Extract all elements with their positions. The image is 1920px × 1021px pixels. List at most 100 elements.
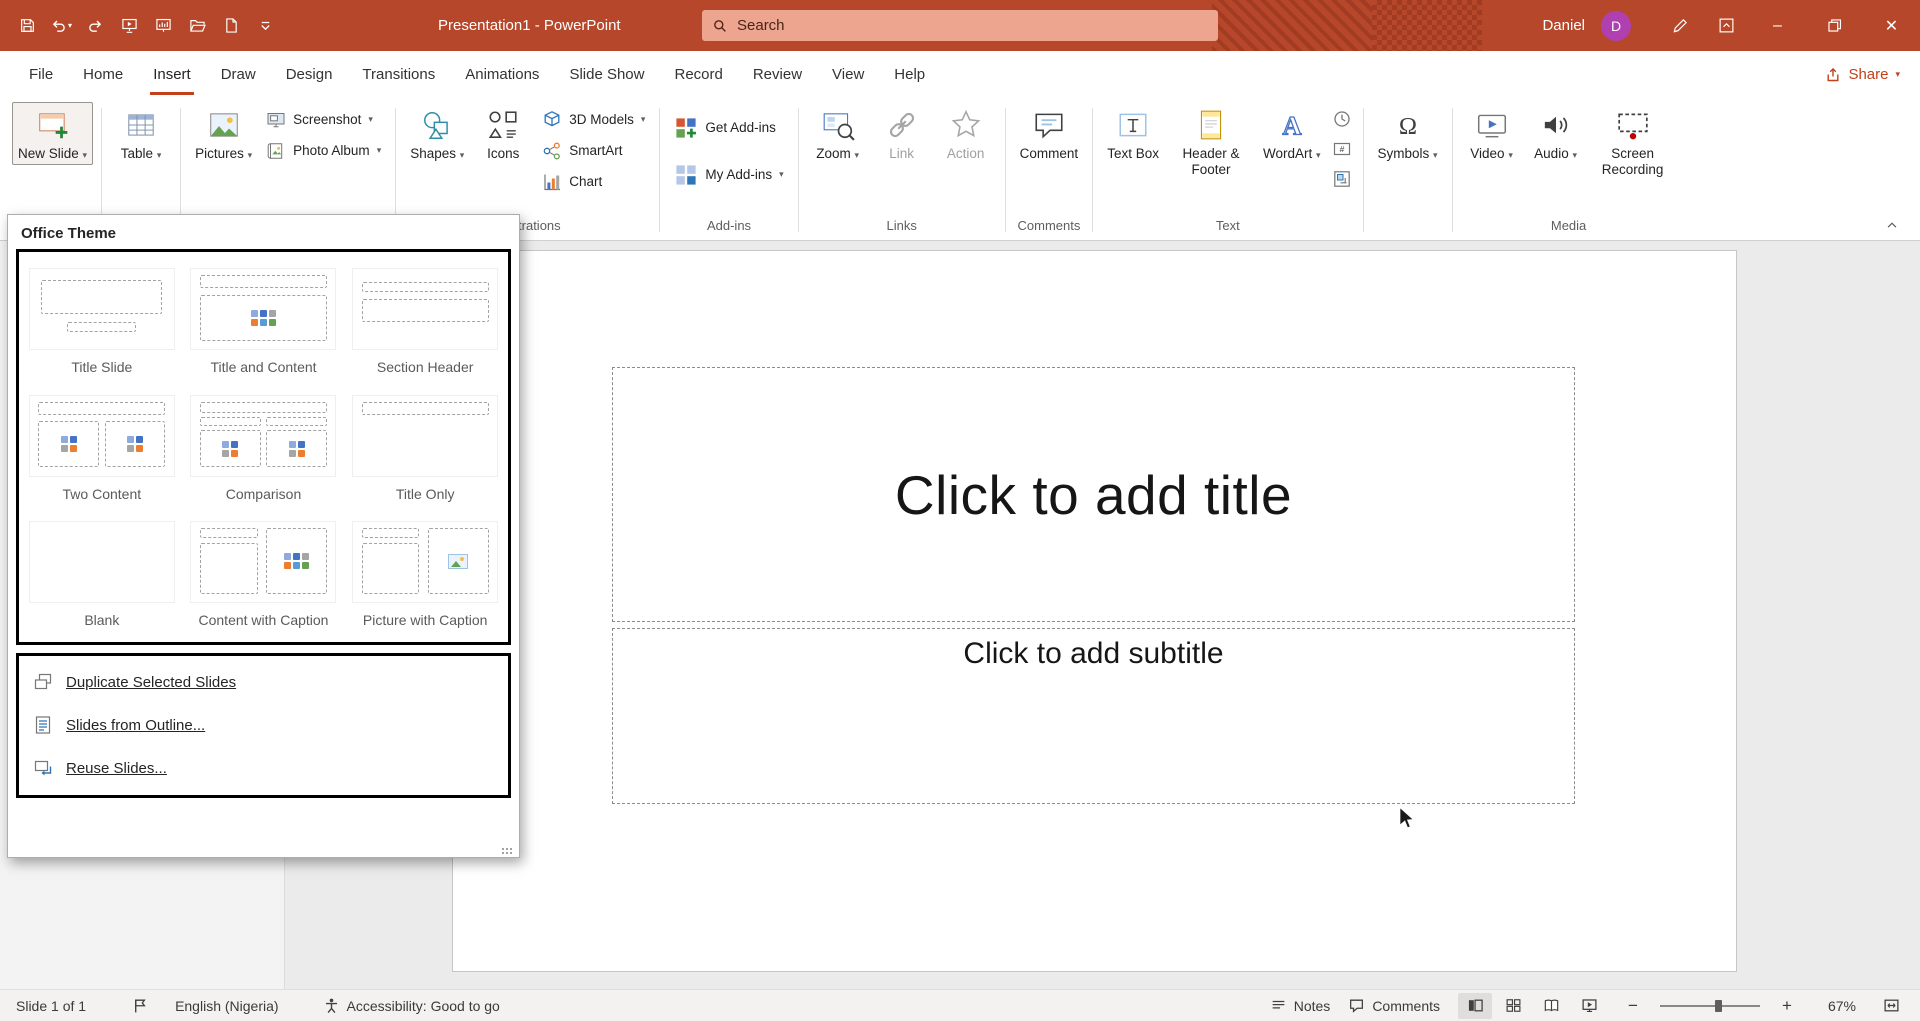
customize-qat-button[interactable] — [250, 9, 280, 43]
audio-button[interactable]: Audio ▾ — [1525, 102, 1587, 165]
layout-label: Title Only — [396, 486, 455, 504]
tab-record[interactable]: Record — [659, 51, 737, 98]
reading-view-button[interactable] — [1534, 993, 1568, 1019]
save-button[interactable] — [12, 9, 42, 43]
new-slide-button[interactable]: New Slide ▾ — [12, 102, 93, 165]
zoom-in-button[interactable]: + — [1778, 996, 1796, 1016]
layout-content-with-caption[interactable]: Content with Caption — [183, 513, 345, 632]
layout-two-content[interactable]: Two Content — [21, 387, 183, 506]
redo-button[interactable] — [80, 9, 110, 43]
new-document-button[interactable] — [216, 9, 246, 43]
tab-draw[interactable]: Draw — [206, 51, 271, 98]
text-box-button[interactable]: Text Box — [1101, 102, 1165, 165]
chart-icon — [542, 172, 562, 192]
search-box[interactable] — [702, 10, 1218, 41]
wordart-button[interactable]: AWordArt ▾ — [1257, 102, 1327, 165]
tab-review[interactable]: Review — [738, 51, 817, 98]
user-name[interactable]: Daniel — [1542, 17, 1585, 34]
photo-album-button[interactable]: Photo Album▾ — [260, 135, 387, 166]
fit-slide-to-window-button[interactable] — [1874, 993, 1908, 1019]
collapse-ribbon-button[interactable] — [1880, 214, 1904, 236]
chart-button[interactable]: Chart — [536, 166, 608, 197]
open-file-button[interactable] — [182, 9, 212, 43]
ink-pen-button[interactable] — [1657, 0, 1703, 51]
get-add-ins-button[interactable]: Get Add-ins — [668, 104, 782, 151]
menu-item-duplicate-selected-slides[interactable]: Duplicate Selected Slides — [19, 661, 508, 704]
group-separator — [798, 108, 799, 232]
icons-button[interactable]: Icons — [472, 102, 534, 165]
tab-transitions[interactable]: Transitions — [347, 51, 450, 98]
layout-label: Content with Caption — [199, 612, 329, 630]
menu-item-reuse-slides[interactable]: Reuse Slides... — [19, 747, 508, 790]
zoom-level[interactable]: 67% — [1814, 998, 1856, 1014]
start-from-beginning-button[interactable] — [114, 9, 144, 43]
layout-picture-with-caption[interactable]: Picture with Caption — [344, 513, 506, 632]
tab-file[interactable]: File — [14, 51, 68, 98]
tab-design[interactable]: Design — [271, 51, 348, 98]
undo-button[interactable]: ▾ — [46, 9, 76, 43]
table-button[interactable]: Table ▾ — [110, 102, 172, 165]
tab-insert[interactable]: Insert — [138, 51, 206, 98]
powerpoint-window: { "colors": { "titlebar_bg": "#B7472A", … — [0, 0, 1920, 1021]
tab-help[interactable]: Help — [879, 51, 940, 98]
comment-button[interactable]: Comment — [1014, 102, 1085, 165]
header-footer-button[interactable]: Header & Footer — [1167, 102, 1255, 181]
tab-animations[interactable]: Animations — [450, 51, 554, 98]
zoom-out-button[interactable]: − — [1624, 996, 1642, 1016]
slide-show-button[interactable] — [1572, 993, 1606, 1019]
tab-slide-show[interactable]: Slide Show — [554, 51, 659, 98]
3d-models-button[interactable]: 3D Models▾ — [536, 104, 651, 135]
layout-title-and-content[interactable]: Title and Content — [183, 260, 345, 379]
screen-recording-button[interactable]: Screen Recording — [1589, 102, 1677, 181]
tab-view[interactable]: View — [817, 51, 879, 98]
proofing-flag-button[interactable] — [132, 997, 149, 1014]
tab-home[interactable]: Home — [68, 51, 138, 98]
3d-models-label: 3D Models — [569, 112, 634, 127]
layout-gallery: Title SlideTitle and ContentSection Head… — [16, 249, 511, 645]
slide-indicator[interactable]: Slide 1 of 1 — [16, 998, 86, 1014]
slides-from-outline-icon — [33, 715, 53, 735]
action-button[interactable]: Action — [935, 102, 997, 165]
group-label-add-ins: Add-ins — [668, 215, 789, 240]
close-button[interactable]: ✕ — [1863, 0, 1920, 51]
resize-grip[interactable] — [501, 847, 514, 856]
layout-section-header[interactable]: Section Header — [344, 260, 506, 379]
insert-object-button[interactable] — [1329, 164, 1355, 194]
subtitle-placeholder[interactable]: Click to add subtitle — [612, 628, 1575, 804]
insert-slide-number-button[interactable]: # — [1329, 134, 1355, 164]
group-separator — [659, 108, 660, 232]
zoom-slider-thumb[interactable] — [1715, 1000, 1722, 1012]
screenshot-button[interactable]: Screenshot▾ — [260, 104, 379, 135]
zoom-button[interactable]: Zoom ▾ — [807, 102, 869, 165]
avatar[interactable]: D — [1601, 11, 1631, 41]
language-button[interactable]: English (Nigeria) — [175, 998, 278, 1014]
ribbon-display-options-button[interactable] — [1703, 0, 1749, 51]
slide-sorter-view-button[interactable] — [1496, 993, 1530, 1019]
notes-button[interactable]: Notes — [1270, 997, 1331, 1014]
layout-comparison[interactable]: Comparison — [183, 387, 345, 506]
normal-view-button[interactable] — [1458, 993, 1492, 1019]
comments-button[interactable]: Comments — [1348, 997, 1440, 1014]
layout-title-slide[interactable]: Title Slide — [21, 260, 183, 379]
symbols-button[interactable]: ΩSymbols ▾ — [1372, 102, 1444, 165]
layout-title-only[interactable]: Title Only — [344, 387, 506, 506]
smartart-button[interactable]: SmartArt — [536, 135, 628, 166]
presentation-views-button[interactable] — [148, 9, 178, 43]
video-button[interactable]: Video ▾ — [1461, 102, 1523, 165]
search-input[interactable] — [737, 17, 1208, 34]
date-and-time-button[interactable] — [1329, 104, 1355, 134]
layout-blank[interactable]: Blank — [21, 513, 183, 632]
link-button[interactable]: Link — [871, 102, 933, 165]
pictures-button[interactable]: Pictures ▾ — [189, 102, 258, 165]
my-add-ins-button[interactable]: My Add-ins▾ — [668, 151, 789, 198]
minimize-button[interactable]: – — [1749, 0, 1806, 51]
slide[interactable]: Click to add title Click to add subtitle — [453, 251, 1736, 971]
menu-item-slides-from-outline[interactable]: Slides from Outline... — [19, 704, 508, 747]
accessibility-checker-button[interactable]: Accessibility: Good to go — [323, 997, 500, 1014]
shapes-button[interactable]: Shapes ▾ — [404, 102, 470, 165]
zoom-slider[interactable] — [1660, 1005, 1760, 1007]
share-button[interactable]: Share ▾ — [1825, 66, 1920, 83]
zoom-label: Zoom ▾ — [816, 146, 859, 162]
title-placeholder[interactable]: Click to add title — [612, 367, 1575, 622]
restore-button[interactable] — [1806, 0, 1863, 51]
